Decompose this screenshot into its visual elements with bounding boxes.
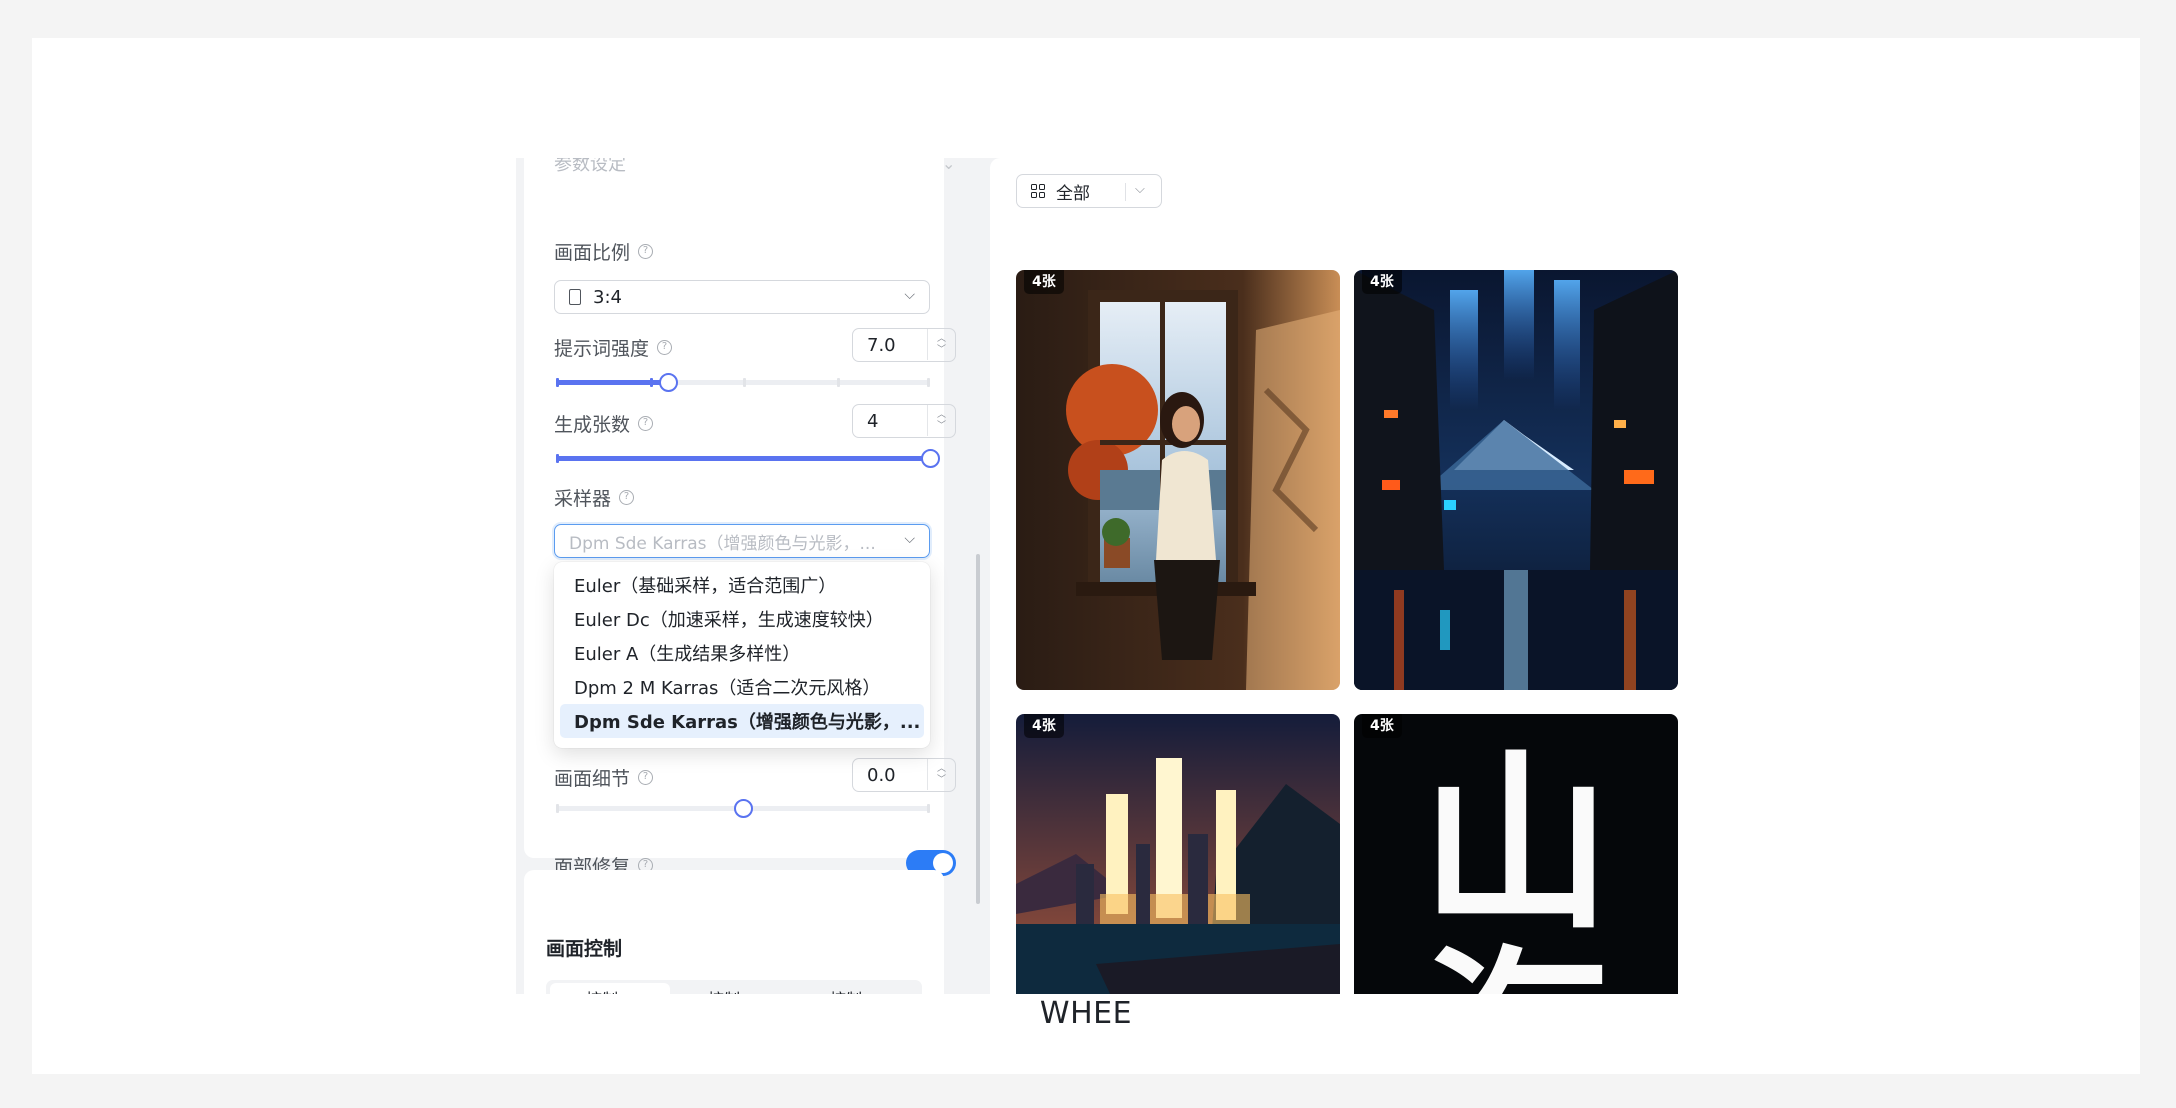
slider-tick [927,378,930,387]
calligraphy-char-2: 海 [1354,946,1678,995]
parameter-card: 参数设定 ⌄ 画面比例 ? 3:4 ⌵ 提示词强度 ? 7.0 ︿ ﹀ 生成张数… [524,158,956,878]
prompt-strength-input[interactable]: 7.0 ︿ ﹀ [852,328,956,362]
prompt-strength-value: 7.0 [867,334,896,356]
help-icon[interactable]: ? [638,244,654,259]
slider-tick [649,378,653,387]
scrollbar[interactable] [976,554,980,904]
slider-fill [556,456,930,461]
sampler-dropdown: Euler（基础采样，适合范围广） Euler Dc（加速采样，生成速度较快） … [554,562,930,748]
slider-thumb[interactable] [920,449,940,468]
sampler-option[interactable]: Euler Dc（加速采样，生成速度较快） [560,602,924,636]
image-woman-window [1016,270,1340,690]
control-card [524,870,944,994]
calligraphy-char-1: 山 [1420,734,1611,955]
slider-thumb[interactable] [658,373,678,392]
control-tab[interactable]: 控制 [830,986,862,994]
stepper-icon[interactable]: ︿ ﹀ [927,759,955,790]
result-image-calligraphy[interactable]: 4张 山 海 [1354,714,1678,994]
result-image-glowing-city[interactable]: 4张 [1016,714,1340,994]
count-slider[interactable] [556,449,940,468]
count-value: 4 [867,410,879,432]
parameter-panel: 参数设定 ⌄ 画面比例 ? 3:4 ⌵ 提示词强度 ? 7.0 ︿ ﹀ 生成张数… [516,158,980,994]
count-label: 生成张数 ? [554,410,654,437]
help-icon[interactable]: ? [619,490,635,505]
aspect-value: 3:4 [593,286,622,308]
count-label-text: 生成张数 [554,414,631,436]
sampler-option[interactable]: Dpm 2 M Karras（适合二次元风格） [560,670,924,704]
chevron-down-icon: ⌵ [1135,182,1145,197]
section-title-partial: 参数设定 [554,158,626,175]
stepper-icon[interactable]: ︿ ﹀ [927,329,955,360]
result-image-woman-window[interactable]: 4张 [1016,270,1340,690]
slider-tick [836,378,840,387]
image-neon-street [1354,270,1678,690]
slider-tick [556,804,559,813]
caption: WHEE [1039,996,1133,1031]
slider-tick [556,378,559,387]
chevron-down-icon: ⌵ [904,287,915,303]
help-icon[interactable]: ? [638,770,654,785]
prompt-strength-label: 提示词强度 ? [554,334,673,361]
prompt-strength-slider[interactable] [556,373,930,392]
detail-value: 0.0 [867,764,896,786]
control-tabs: 控制 控制 控制 [546,980,922,994]
image-count-badge: 4张 [1362,714,1402,738]
chevron-down-icon[interactable]: ⌄ [942,158,955,173]
image-count-badge: 4张 [1362,270,1402,294]
chevron-down-icon: ⌵ [904,531,915,547]
filter-label: 全部 [1056,183,1090,204]
sampler-option[interactable]: Euler（基础采样，适合范围广） [560,568,924,602]
control-tab[interactable]: 控制 [708,986,740,994]
image-glowing-city [1016,714,1340,994]
slider-thumb[interactable] [733,799,753,818]
whee-app: 参数设定 ⌄ 画面比例 ? 3:4 ⌵ 提示词强度 ? 7.0 ︿ ﹀ 生成张数… [516,158,1686,994]
control-title: 画面控制 [546,938,623,960]
portrait-icon [569,289,581,305]
detail-label-text: 画面细节 [554,768,631,790]
stepper-icon[interactable]: ︿ ﹀ [927,405,955,436]
sampler-value: Dpm Sde Karras（增强颜色与光影，... [569,533,876,554]
detail-label: 画面细节 ? [554,764,654,791]
grid-icon [1031,183,1046,199]
detail-input[interactable]: 0.0 ︿ ﹀ [852,758,956,792]
slider-tick [556,454,559,463]
sampler-select[interactable]: Dpm Sde Karras（增强颜色与光影，... ⌵ [554,524,930,558]
aspect-select[interactable]: 3:4 ⌵ [554,280,930,314]
divider [1125,183,1126,201]
sampler-label-text: 采样器 [554,488,612,510]
aspect-label-text: 画面比例 [554,242,631,264]
canvas: 参数设定 ⌄ 画面比例 ? 3:4 ⌵ 提示词强度 ? 7.0 ︿ ﹀ 生成张数… [32,38,2140,1074]
sampler-option-selected[interactable]: Dpm Sde Karras（增强颜色与光影，... [560,704,924,738]
detail-slider[interactable] [556,799,930,818]
help-icon[interactable]: ? [638,416,654,431]
results-panel: 全部 ⌵ 4张 4张 4张 4张 山 [990,158,1686,994]
aspect-label: 画面比例 ? [554,238,654,265]
image-count-badge: 4张 [1024,270,1064,294]
result-image-neon-street[interactable]: 4张 [1354,270,1678,690]
slider-tick [743,378,746,387]
count-input[interactable]: 4 ︿ ﹀ [852,404,956,438]
sampler-option[interactable]: Euler A（生成结果多样性） [560,636,924,670]
control-tab[interactable]: 控制 [586,986,618,994]
slider-tick [927,804,930,813]
help-icon[interactable]: ? [657,340,673,355]
filter-select[interactable]: 全部 ⌵ [1016,174,1162,208]
sampler-label: 采样器 ? [554,484,635,511]
prompt-strength-label-text: 提示词强度 [554,338,650,360]
image-count-badge: 4张 [1024,714,1064,738]
